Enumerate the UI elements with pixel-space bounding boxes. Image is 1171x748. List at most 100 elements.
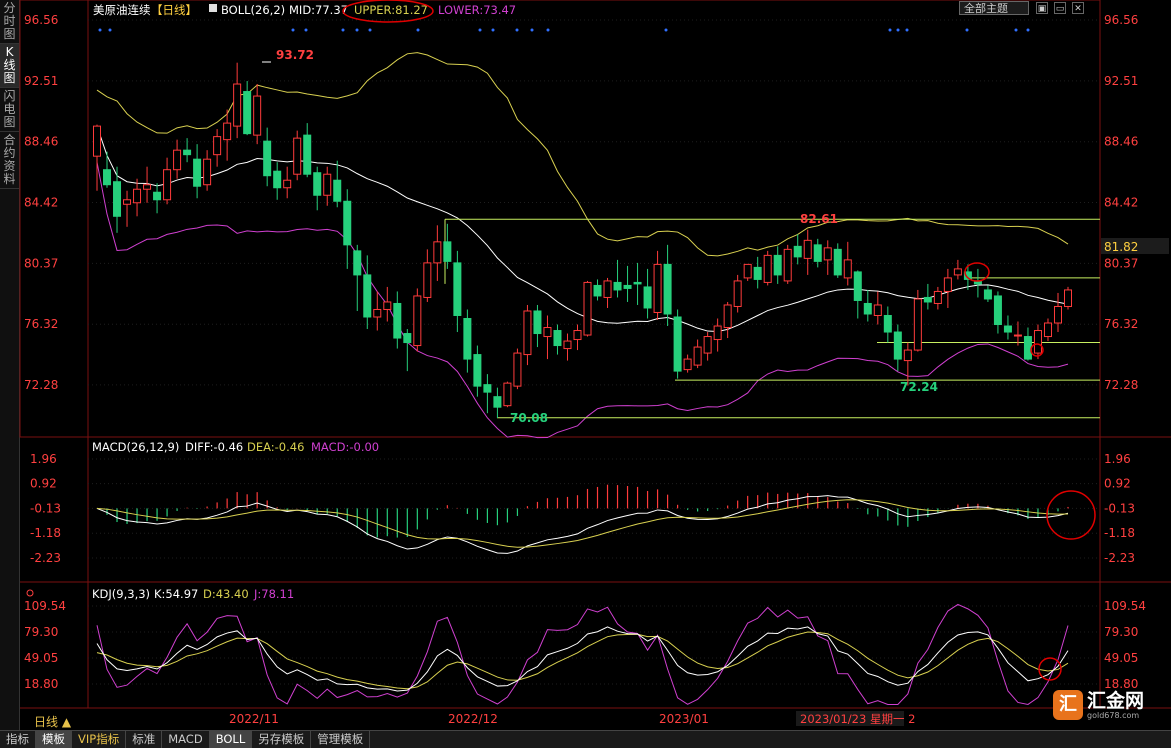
instrument-name: 美原油连续 — [93, 3, 151, 17]
tab-macd[interactable]: MACD — [162, 731, 210, 748]
kdj-y-tick: 79.30 — [24, 625, 58, 639]
tab-template[interactable]: 模板 — [36, 731, 72, 748]
candle-body — [913, 298, 922, 351]
y-tick-left: 76.32 — [24, 317, 58, 331]
signal-dot — [355, 28, 359, 32]
macd-y-tick: 0.92 — [30, 477, 57, 491]
y-tick-left: 96.56 — [24, 13, 58, 27]
macd-y-tick: 0.92 — [1104, 477, 1131, 491]
candle-body — [563, 340, 572, 350]
y-tick-right: 76.32 — [1104, 317, 1138, 331]
theme-select[interactable]: 全部主题 — [959, 1, 1029, 15]
candle-body — [1053, 305, 1062, 324]
candle-body — [153, 191, 162, 201]
candle-body — [783, 248, 792, 282]
tab-manage-template[interactable]: 管理模板 — [311, 731, 371, 748]
candle-body — [493, 396, 502, 408]
candle-body — [863, 302, 872, 315]
x-label-dec: 2022/12 — [448, 712, 498, 726]
boll-title[interactable]: BOLL(26,2) — [221, 3, 285, 17]
candle-body — [953, 268, 962, 276]
macd-diff-line — [96, 495, 1069, 554]
signal-dot — [1014, 28, 1018, 32]
signal-dot — [1026, 28, 1030, 32]
signal-dot — [905, 28, 909, 32]
period-tag: 【日线】 — [151, 3, 197, 17]
candle-body — [363, 274, 372, 318]
y-tick-left: 88.46 — [24, 135, 58, 149]
candle-body — [273, 170, 282, 189]
signal-dot — [530, 28, 534, 32]
signal-dot — [108, 28, 112, 32]
last-price: 81.82 — [1104, 240, 1138, 254]
signal-dot — [965, 28, 969, 32]
logo-icon: 汇 — [1053, 690, 1083, 720]
candle-body — [983, 289, 992, 300]
candle-body — [503, 382, 512, 407]
candle-body — [823, 247, 832, 261]
candle-body — [173, 149, 182, 171]
chart-canvas[interactable]: 93.72 82.61 72.24 70.08 1.96 1.96 0.92 0.92 -0.… — [0, 0, 1171, 730]
kdj-y-tick: 79.30 — [1104, 625, 1138, 639]
tab-indicator[interactable]: 指标 — [0, 731, 36, 748]
candle-body — [123, 199, 132, 205]
price-annotation: 82.61 — [800, 212, 838, 226]
candle-body — [693, 346, 702, 366]
settings-dot-icon[interactable] — [26, 589, 34, 597]
cursor-date: 2023/01/23 星期一 2 — [800, 712, 915, 726]
signal-dot — [888, 28, 892, 32]
candle-body — [523, 310, 532, 356]
brand-logo: 汇 汇金网 gold678.com — [1053, 690, 1144, 720]
candle-body — [103, 169, 112, 186]
candle-body — [763, 254, 772, 283]
indicator-icon — [209, 4, 217, 12]
period-switch[interactable]: 日线 ▲ — [34, 713, 71, 730]
candle-body — [383, 301, 392, 310]
candle-body — [113, 181, 122, 217]
candle-body — [1003, 325, 1012, 333]
kdj-d-line — [96, 631, 1069, 690]
boll-upper: UPPER:81.27 — [354, 3, 428, 17]
candle-body — [183, 149, 192, 156]
candle-body — [463, 318, 472, 360]
candle-body — [663, 263, 672, 315]
kdj-k: K:54.97 — [154, 587, 198, 601]
candle-body — [213, 136, 222, 156]
tab-boll[interactable]: BOLL — [209, 731, 253, 748]
layout-icon[interactable]: ▣ — [1036, 2, 1048, 14]
boll-mid-line — [96, 125, 1069, 332]
y-tick-right: 84.42 — [1104, 195, 1138, 209]
kdj-j: J:78.11 — [253, 587, 294, 601]
candle-body — [313, 172, 322, 196]
signal-dot — [416, 28, 420, 32]
tab-standard[interactable]: 标准 — [126, 731, 163, 748]
macd-title[interactable]: MACD(26,12,9) — [92, 440, 179, 454]
price-annotation: 93.72 — [276, 48, 314, 62]
kdj-k-line — [96, 626, 1069, 692]
candle-body — [793, 245, 802, 258]
kdj-title[interactable]: KDJ(9,3,3) — [92, 587, 150, 601]
close-icon[interactable]: ✕ — [1072, 2, 1084, 14]
candle-body — [303, 134, 312, 175]
candle-body — [553, 330, 562, 347]
candle-body — [393, 302, 402, 339]
tab-save-template[interactable]: 另存模板 — [252, 731, 312, 748]
candle-body — [543, 327, 552, 338]
y-tick-right: 80.37 — [1104, 256, 1138, 270]
tab-vip-indicator[interactable]: VIP指标 — [72, 731, 127, 748]
candle-body — [633, 281, 642, 285]
boll-lower-line — [96, 162, 1069, 439]
macd-y-tick: -0.13 — [30, 501, 61, 515]
candle-body — [993, 295, 1002, 326]
maximize-icon[interactable]: ▭ — [1054, 2, 1066, 14]
candle-body — [583, 281, 592, 336]
signal-dot — [304, 28, 308, 32]
candle-body — [833, 248, 842, 276]
macd-y-tick: -1.18 — [30, 526, 61, 540]
y-tick-left: 72.28 — [24, 378, 58, 392]
candle-body — [453, 262, 462, 316]
candle-body — [413, 295, 422, 347]
candle-body — [1063, 289, 1073, 307]
candle-body — [193, 158, 202, 187]
candle-body — [623, 284, 632, 289]
